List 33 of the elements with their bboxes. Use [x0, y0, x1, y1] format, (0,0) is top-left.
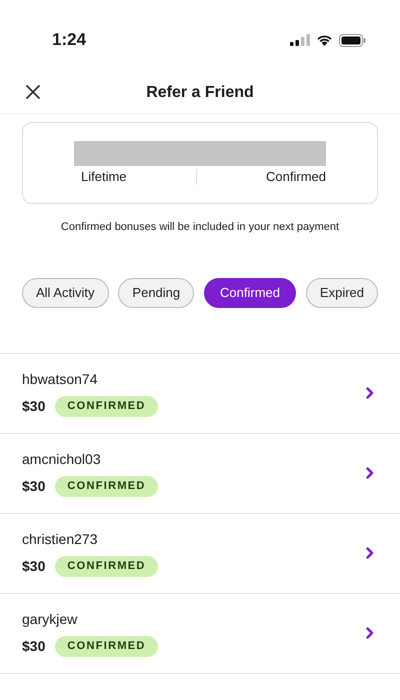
referral-row[interactable]: garykjew $30 CONFIRMED [0, 594, 400, 674]
chevron-icon [366, 547, 374, 559]
confirmed-label: Confirmed [266, 168, 326, 186]
filter-chip[interactable]: Pending [118, 278, 194, 308]
status-time: 1:24 [52, 29, 86, 52]
status-badge: CONFIRMED [55, 396, 158, 417]
bonus-amount: $30 [22, 477, 46, 496]
referral-name: amcnichol03 [22, 450, 102, 469]
referral-row[interactable]: hbwatson74 $30 CONFIRMED [0, 354, 400, 434]
signal-icon [290, 34, 310, 46]
chevron-icon [366, 467, 374, 479]
referral-name: hbwatson74 [22, 370, 99, 389]
filter-chip[interactable]: Confirmed [204, 278, 296, 308]
status-badge: CONFIRMED [55, 636, 158, 657]
referral-name: christien273 [22, 530, 98, 549]
bonus-amount: $30 [22, 637, 46, 656]
wifi-icon [316, 34, 333, 46]
page-title: Refer a Friend [146, 82, 254, 102]
referral-row[interactable]: amcnichol03 $30 CONFIRMED [0, 434, 400, 514]
status-badge: CONFIRMED [55, 476, 158, 497]
lifetime-label: Lifetime [81, 168, 127, 186]
filter-chip[interactable]: All Activity [22, 278, 109, 308]
chevron-icon [366, 387, 374, 399]
battery-icon [339, 34, 366, 46]
referral-name: garykjew [22, 610, 78, 629]
bonus-amount: $30 [22, 397, 46, 416]
payment-note: Confirmed bonuses will be included in your next payment [60, 220, 340, 235]
chevron-icon [366, 627, 374, 639]
close-icon[interactable] [26, 85, 40, 99]
bonus-amount: $30 [22, 557, 46, 576]
filter-chip[interactable]: Expired [306, 278, 378, 308]
status-badge: CONFIRMED [55, 556, 158, 577]
referral-row[interactable]: christien273 $30 CONFIRMED [0, 514, 400, 594]
